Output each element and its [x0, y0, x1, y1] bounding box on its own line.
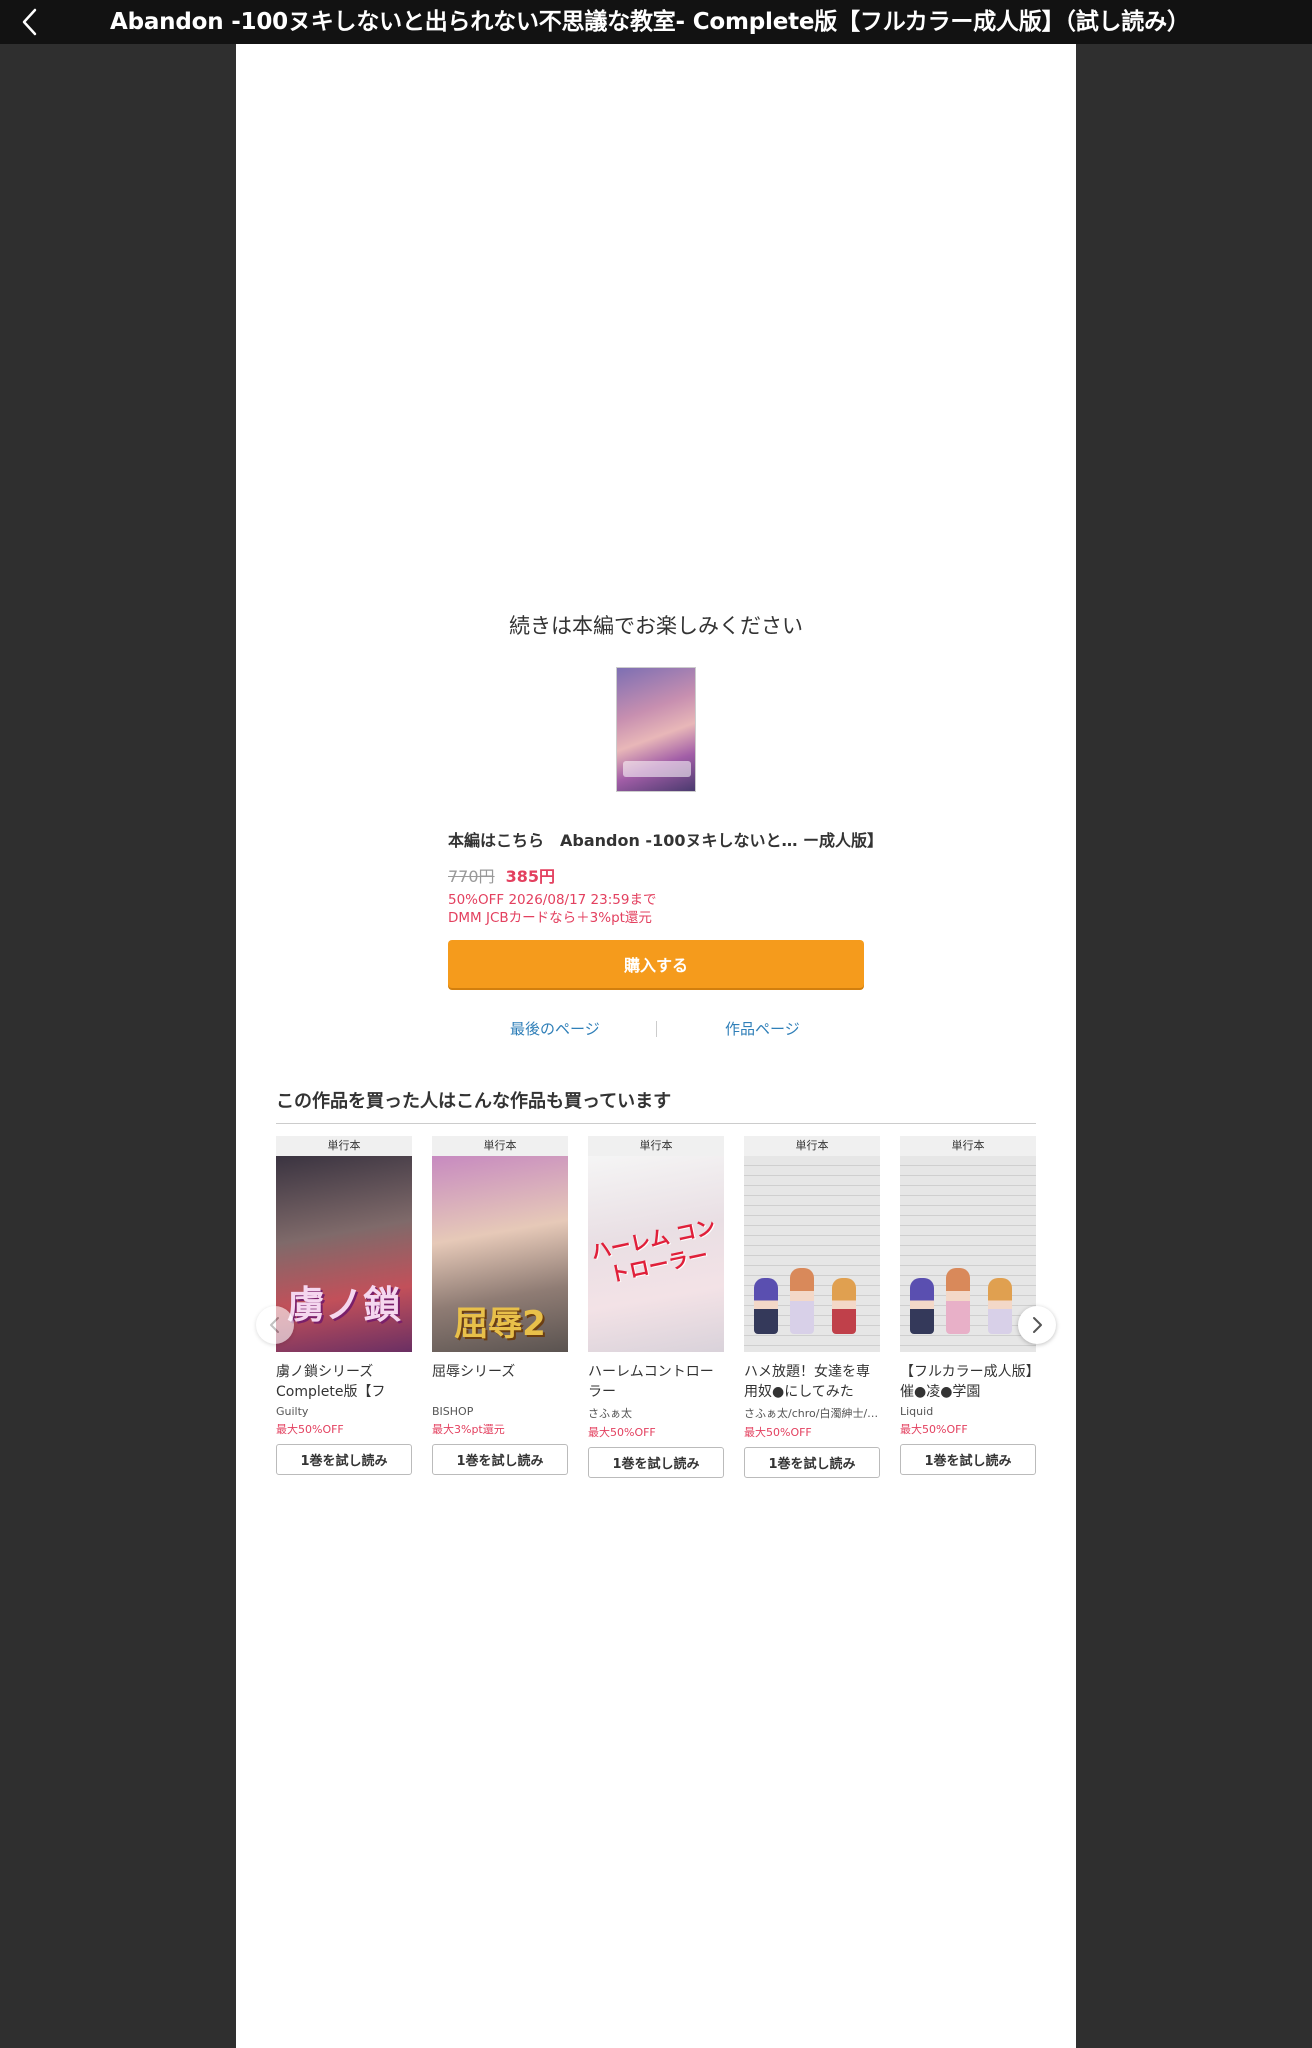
book-discount: 最大50%OFF — [900, 1423, 968, 1436]
book-title[interactable]: ハメ放題！女達を専用奴●にしてみた — [744, 1362, 880, 1402]
trial-read-button[interactable]: 1巻を試し読み — [900, 1444, 1036, 1475]
chevron-left-icon — [270, 1317, 279, 1333]
book-title[interactable]: ハーレムコントローラー — [588, 1362, 724, 1402]
product-cover-image[interactable] — [616, 667, 696, 792]
book-cover[interactable]: ハーレム コントローラー — [588, 1156, 724, 1352]
book-author: Liquid — [900, 1405, 934, 1418]
buy-button[interactable]: 購入する — [448, 940, 864, 988]
sale-price: 385円 — [505, 867, 556, 886]
book-title[interactable]: 【フルカラー成人版】催●凌●学園 — [900, 1362, 1036, 1402]
back-button[interactable] — [14, 6, 46, 38]
book-cover[interactable]: 屈辱2 — [432, 1156, 568, 1352]
book-author: BISHOP — [432, 1405, 474, 1418]
trial-read-button[interactable]: 1巻を試し読み — [432, 1444, 568, 1475]
format-badge: 単行本 — [744, 1136, 880, 1156]
book-cover[interactable] — [900, 1156, 1036, 1352]
work-page-link[interactable]: 作品ページ — [725, 1018, 800, 1039]
recommendation-card: 単行本 ハーレム コントローラー ハーレムコントローラー さふぁ太 最大50%O… — [588, 1136, 724, 1478]
chevron-left-icon — [22, 8, 37, 36]
book-title[interactable]: 屈辱シリーズ — [432, 1362, 568, 1402]
promo-text: 50%OFF 2026/08/17 23:59まで DMM JCBカードなら＋3… — [448, 891, 656, 927]
promo-points-line: DMM JCBカードなら＋3%pt還元 — [448, 910, 652, 926]
chevron-right-icon — [1033, 1317, 1042, 1333]
link-divider — [656, 1021, 657, 1037]
viewer-page: 続きは本編でお楽しみください 本編はこちら Abandon -100ヌキしないと… — [236, 44, 1076, 2048]
promo-discount-line: 50%OFF 2026/08/17 23:59まで — [448, 892, 657, 908]
book-author: さふぁ太/chro/白濁紳士/… — [744, 1407, 879, 1420]
trial-read-button[interactable]: 1巻を試し読み — [744, 1447, 880, 1478]
book-author: Guilty — [276, 1405, 309, 1418]
character-illustration — [910, 1278, 934, 1334]
cover-title-art: ハーレム コントローラー — [588, 1214, 718, 1287]
format-badge: 単行本 — [900, 1136, 1036, 1156]
carousel-prev-button[interactable] — [256, 1306, 294, 1344]
book-author: さふぁ太 — [588, 1407, 632, 1420]
cover-logo — [623, 761, 691, 777]
book-discount: 最大50%OFF — [276, 1423, 344, 1436]
cover-title-art: 虜ノ鎖 — [286, 1283, 401, 1327]
book-cover[interactable] — [744, 1156, 880, 1352]
format-badge: 単行本 — [276, 1136, 412, 1156]
recommendation-card: 単行本 【フルカラー成人版】催●凌●学園 Liquid 最大50%OFF 1巻を… — [900, 1136, 1036, 1475]
original-price: 770円 — [448, 867, 495, 886]
character-illustration — [988, 1278, 1012, 1334]
trial-read-button[interactable]: 1巻を試し読み — [276, 1444, 412, 1475]
recommendation-card: 単行本 ハメ放題！女達を専用奴●にしてみた さふぁ太/chro/白濁紳士/… 最… — [744, 1136, 880, 1478]
recommendation-card: 単行本 虜ノ鎖 虜ノ鎖シリーズ Complete版【フル… Guilty 最大5… — [276, 1136, 412, 1475]
recommendations-title: この作品を買った人はこんな作品も買っています — [276, 1087, 1036, 1124]
character-illustration — [754, 1278, 778, 1334]
format-badge: 単行本 — [432, 1136, 568, 1156]
trial-read-button[interactable]: 1巻を試し読み — [588, 1447, 724, 1478]
book-cover[interactable]: 虜ノ鎖 — [276, 1156, 412, 1352]
page-title: Abandon -100ヌキしないと出られない不思議な教室- Complete版… — [110, 9, 1190, 35]
recommendation-card: 単行本 屈辱2 屈辱シリーズ BISHOP 最大3%pt還元 1巻を試し読み — [432, 1136, 568, 1475]
header-bar: Abandon -100ヌキしないと出られない不思議な教室- Complete版… — [0, 0, 1312, 44]
book-title[interactable]: 虜ノ鎖シリーズ Complete版【フル… — [276, 1362, 412, 1402]
character-illustration — [832, 1278, 856, 1334]
character-illustration — [946, 1268, 970, 1334]
price-row: 770円 385円 — [448, 863, 555, 887]
last-page-link[interactable]: 最後のページ — [510, 1018, 600, 1039]
character-illustration — [790, 1268, 814, 1334]
book-discount: 最大50%OFF — [588, 1426, 656, 1439]
book-discount: 最大3%pt還元 — [432, 1423, 505, 1436]
format-badge: 単行本 — [588, 1136, 724, 1156]
nav-links: 最後のページ 作品ページ — [448, 1018, 864, 1040]
continue-message: 続きは本編でお楽しみください — [509, 614, 803, 638]
product-title[interactable]: 本編はこちら Abandon -100ヌキしないと… ー成人版】 — [448, 827, 883, 851]
book-discount: 最大50%OFF — [744, 1426, 812, 1439]
carousel-next-button[interactable] — [1018, 1306, 1056, 1344]
cover-title-art: 屈辱2 — [454, 1304, 546, 1344]
